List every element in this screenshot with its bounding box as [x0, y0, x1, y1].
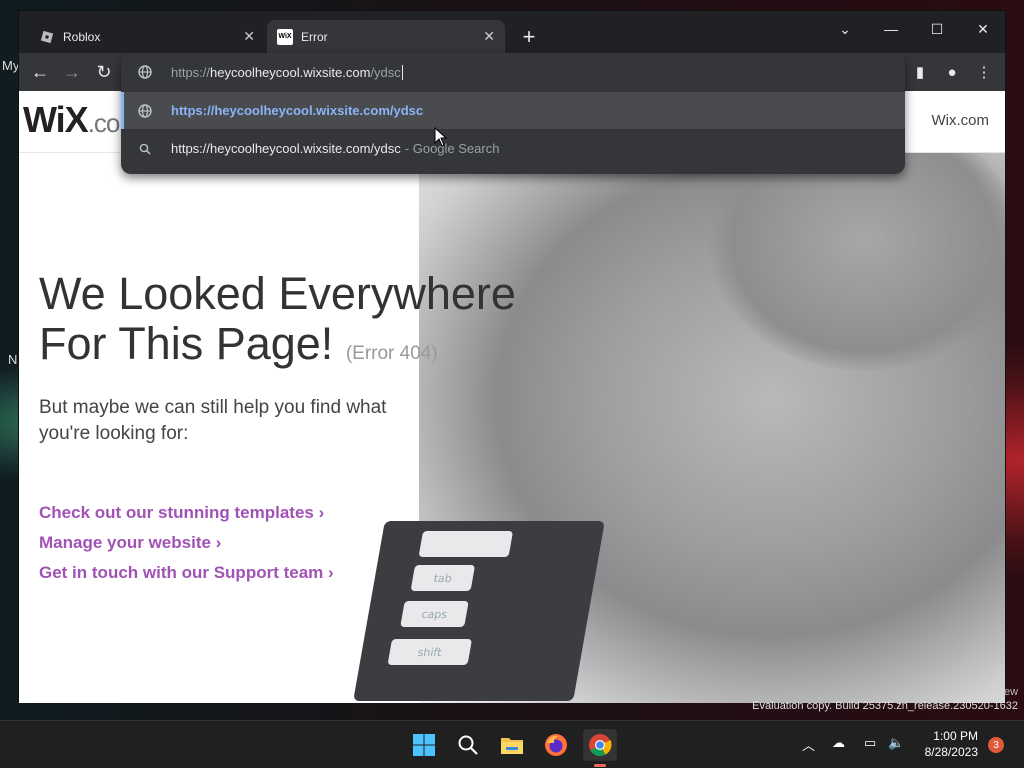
reload-button[interactable]: ↻ — [91, 59, 117, 85]
tab-roblox[interactable]: Roblox ✕ — [29, 20, 265, 53]
start-button[interactable] — [407, 729, 441, 761]
search-button[interactable] — [451, 729, 485, 761]
maximize-button[interactable]: ☐ — [915, 15, 959, 43]
url-scheme: https:// — [171, 64, 211, 80]
page-subtitle: But maybe we can still help you find wha… — [39, 397, 387, 444]
tab-title: Roblox — [63, 29, 101, 44]
close-icon[interactable]: ✕ — [243, 28, 255, 45]
search-icon — [137, 141, 153, 157]
url-host: heycoolheycool.wixsite.com — [210, 64, 371, 80]
browser-window: Roblox ✕ WiX Error ✕ + ⌄ — ☐ ✕ ← → ↻ ▮ ●… — [18, 10, 1006, 703]
clock[interactable]: 1:00 PM 8/28/2023 — [925, 728, 978, 760]
wix-com-link[interactable]: Wix.com — [932, 112, 990, 129]
active-indicator — [594, 764, 606, 767]
page-title: We Looked Everywhere For This Page! (Err… — [39, 269, 516, 379]
firefox-button[interactable] — [539, 729, 573, 761]
firefox-icon — [545, 734, 567, 756]
headline-line-2: For This Page! (Error 404) — [39, 319, 516, 379]
date: 8/28/2023 — [924, 745, 978, 759]
search-icon — [458, 735, 478, 755]
windows-icon — [413, 734, 435, 756]
close-window-button[interactable]: ✕ — [961, 15, 1005, 43]
url-path: /ydsc — [370, 64, 401, 80]
evaluation-watermark: Evaluation copy. Build 25375.zn_release.… — [752, 700, 1018, 712]
templates-link[interactable]: Check out our stunning templates › — [39, 503, 324, 523]
logo-text: WiX — [23, 99, 89, 140]
new-tab-button[interactable]: + — [515, 23, 543, 51]
back-button[interactable]: ← — [27, 59, 53, 85]
forward-button[interactable]: → — [59, 59, 85, 85]
wix-icon: WiX — [277, 28, 293, 45]
network-icon[interactable]: ▭ — [864, 735, 876, 751]
roblox-icon — [39, 29, 55, 45]
menu-icon[interactable]: ⋮ — [971, 59, 997, 85]
support-link[interactable]: Get in touch with our Support team › — [39, 563, 334, 583]
watermark-tail: ew — [1004, 686, 1019, 698]
logo-suffix: .co — [87, 108, 121, 138]
keyboard-photo: tab caps shift — [353, 521, 605, 701]
watermark-text: Evaluation copy. Build 25375.zn_release.… — [752, 700, 1018, 712]
profile-icon[interactable]: ● — [939, 59, 965, 85]
volume-icon[interactable]: 🔈 — [888, 735, 904, 751]
desktop-label: N — [8, 352, 18, 367]
minimize-button[interactable]: — — [869, 15, 913, 43]
suggestion-url: https://heycoolheycool.wixsite.com/ydsc — [171, 103, 424, 118]
key-caps: caps — [400, 601, 469, 627]
globe-icon — [137, 103, 153, 119]
omnibox-suggestion[interactable]: https://heycoolheycool.wixsite.com/ydsc — [121, 92, 905, 129]
chrome-button[interactable] — [583, 729, 617, 767]
omnibox-dropdown: https://heycoolheycool.wixsite.com/ydsc … — [121, 53, 905, 174]
tab-search-icon[interactable]: ⌄ — [823, 15, 867, 43]
headline-line-1: We Looked Everywhere — [39, 268, 516, 319]
globe-icon — [137, 64, 153, 80]
onedrive-icon[interactable]: ☁ — [832, 735, 845, 751]
address-bar[interactable]: https://heycoolheycool.wixsite.com/ydsc — [121, 53, 905, 91]
omnibox-suggestion[interactable]: https://heycoolheycool.wixsite.com/ydsc … — [121, 130, 905, 167]
close-icon[interactable]: ✕ — [483, 28, 495, 45]
desktop-label: My — [2, 58, 20, 73]
key-tab: tab — [410, 565, 476, 591]
key-shift: shift — [387, 639, 473, 665]
mouse-cursor-icon — [434, 127, 448, 147]
chrome-icon — [589, 734, 612, 756]
key — [418, 531, 514, 557]
tab-title: Error — [301, 29, 328, 44]
notification-badge[interactable]: 3 — [988, 737, 1004, 753]
time: 1:00 PM — [933, 729, 978, 743]
tab-error[interactable]: WiX Error ✕ — [267, 20, 505, 53]
text-caret — [401, 64, 403, 80]
side-panel-icon[interactable]: ▮ — [907, 59, 933, 85]
suggestion-text: https://heycoolheycool.wixsite.com/ydsc — [171, 141, 401, 156]
error-code: (Error 404) — [345, 343, 438, 364]
folder-icon — [501, 738, 523, 754]
page-content: tab caps shift WiX.co Wix.com We Looked … — [19, 91, 1005, 703]
taskbar: ︿ ☁ ▭ 🔈 1:00 PM 8/28/2023 3 — [0, 720, 1024, 768]
file-explorer-button[interactable] — [495, 729, 529, 761]
headline-text: For This Page! — [39, 318, 334, 369]
suggestion-hint: - Google Search — [404, 141, 500, 156]
chevron-up-icon[interactable]: ︿ — [802, 735, 815, 754]
manage-website-link[interactable]: Manage your website › — [39, 533, 221, 553]
wix-logo[interactable]: WiX.co — [23, 99, 121, 141]
tab-strip: Roblox ✕ WiX Error ✕ + ⌄ — ☐ ✕ — [19, 11, 1005, 53]
